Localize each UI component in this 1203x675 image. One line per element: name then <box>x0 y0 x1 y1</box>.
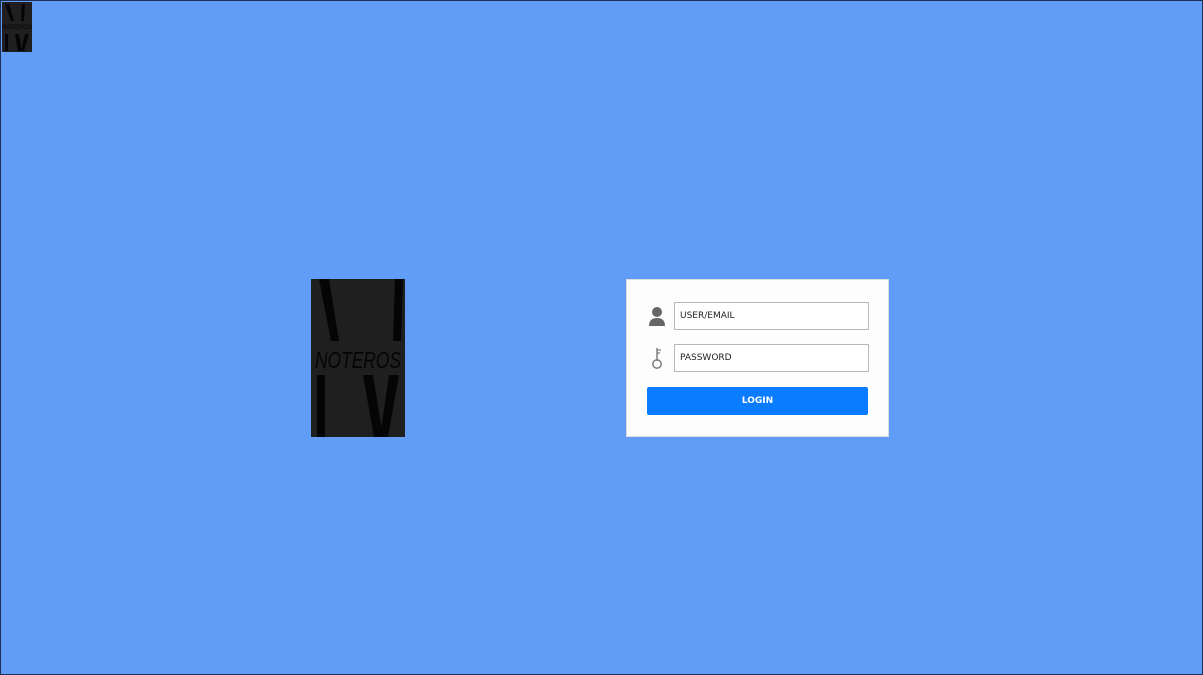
login-window: NOTEROS NOTEROS USER/EMAIL LOGIN <box>1 1 1202 674</box>
key-icon <box>647 344 667 372</box>
corner-logo-text: NOTEROS <box>2 25 32 31</box>
user-field-row <box>647 302 869 330</box>
user-email-input[interactable] <box>674 302 869 330</box>
corner-app-logo: NOTEROS <box>2 2 32 52</box>
login-card: LOGIN <box>626 279 889 437</box>
app-logo: NOTEROS <box>311 279 405 437</box>
password-input[interactable] <box>674 344 869 372</box>
password-field-row <box>647 344 869 372</box>
login-button[interactable]: LOGIN <box>647 387 868 415</box>
user-icon <box>647 302 667 330</box>
logo-text: NOTEROS <box>315 347 401 373</box>
